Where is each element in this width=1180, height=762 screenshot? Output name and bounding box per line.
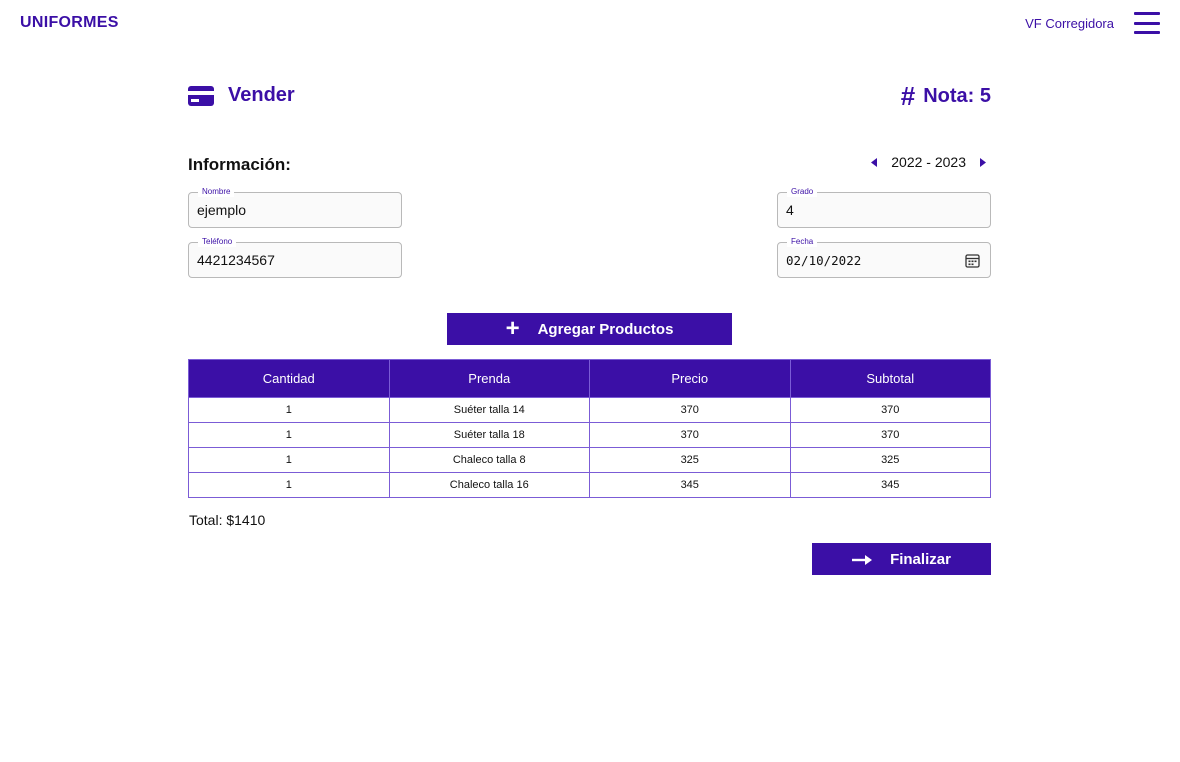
table-row: 1 Chaleco talla 8 325 325: [188, 447, 991, 473]
cell-subtotal: 325: [789, 447, 991, 473]
table-header-row: Cantidad Prenda Precio Subtotal: [188, 359, 991, 398]
telefono-label: Teléfono: [198, 237, 237, 247]
school-year: 2022 - 2023: [891, 154, 966, 170]
add-products-label: Agregar Productos: [537, 320, 674, 338]
brand-title[interactable]: UNIFORMES: [20, 14, 119, 32]
grado-label: Grado: [787, 187, 818, 197]
nota-group: # Nota: 5: [900, 81, 991, 111]
cell-subtotal: 370: [789, 422, 991, 448]
arrow-right-icon: [852, 553, 873, 565]
prev-year-icon[interactable]: [866, 154, 882, 170]
table-row: 1 Chaleco talla 16 345 345: [188, 472, 991, 498]
finish-button[interactable]: Finalizar: [812, 543, 991, 575]
nota-number: Nota: 5: [923, 84, 991, 107]
cell-precio: 325: [589, 447, 791, 473]
title-row: Vender # Nota: 5: [188, 81, 991, 111]
cell-prenda: Chaleco talla 8: [388, 447, 590, 473]
cell-cantidad: 1: [188, 447, 390, 473]
year-navigator: 2022 - 2023: [866, 154, 991, 170]
cell-prenda: Suéter talla 14: [388, 397, 590, 423]
nombre-input[interactable]: [197, 202, 387, 218]
page-title: Vender: [228, 84, 295, 106]
main-content: Vender # Nota: 5 Información: 2022 - 202…: [188, 0, 991, 762]
hash-icon: #: [900, 81, 916, 111]
grado-field: Grado: [777, 187, 991, 228]
grado-input[interactable]: [786, 202, 976, 218]
cell-prenda: Chaleco talla 16: [388, 472, 590, 498]
page-title-group: Vender: [188, 84, 295, 107]
cell-cantidad: 1: [188, 472, 390, 498]
calendar-icon[interactable]: [965, 253, 980, 268]
cell-cantidad: 1: [188, 397, 390, 423]
cell-cantidad: 1: [188, 422, 390, 448]
cell-subtotal: 370: [789, 397, 991, 423]
cell-precio: 370: [589, 397, 791, 423]
next-year-icon[interactable]: [975, 154, 991, 170]
nombre-label: Nombre: [198, 187, 235, 197]
col-precio: Precio: [589, 359, 791, 398]
col-prenda: Prenda: [388, 359, 590, 398]
col-subtotal: Subtotal: [789, 359, 991, 398]
cell-precio: 345: [589, 472, 791, 498]
plus-icon: +: [505, 315, 520, 342]
products-table: Cantidad Prenda Precio Subtotal 1 Suéter…: [188, 359, 991, 498]
info-heading: Información:: [188, 155, 291, 174]
telefono-input[interactable]: [197, 252, 387, 268]
table-row: 1 Suéter talla 14 370 370: [188, 397, 991, 423]
fecha-input[interactable]: [786, 253, 956, 268]
cell-precio: 370: [589, 422, 791, 448]
cell-subtotal: 345: [789, 472, 991, 498]
fecha-label: Fecha: [787, 237, 818, 247]
cell-prenda: Suéter talla 18: [388, 422, 590, 448]
finish-label: Finalizar: [890, 550, 951, 568]
nombre-field: Nombre: [188, 187, 402, 228]
telefono-field: Teléfono: [188, 237, 402, 278]
table-row: 1 Suéter talla 18 370 370: [188, 422, 991, 448]
total-amount: Total: $1410: [189, 512, 266, 528]
credit-card-icon: [188, 85, 214, 106]
hamburger-menu-icon[interactable]: [1134, 12, 1160, 34]
user-name[interactable]: VF Corregidora: [1025, 16, 1114, 31]
fecha-field: Fecha: [777, 237, 991, 278]
col-cantidad: Cantidad: [188, 359, 390, 398]
add-products-button[interactable]: + Agregar Productos: [447, 313, 732, 345]
